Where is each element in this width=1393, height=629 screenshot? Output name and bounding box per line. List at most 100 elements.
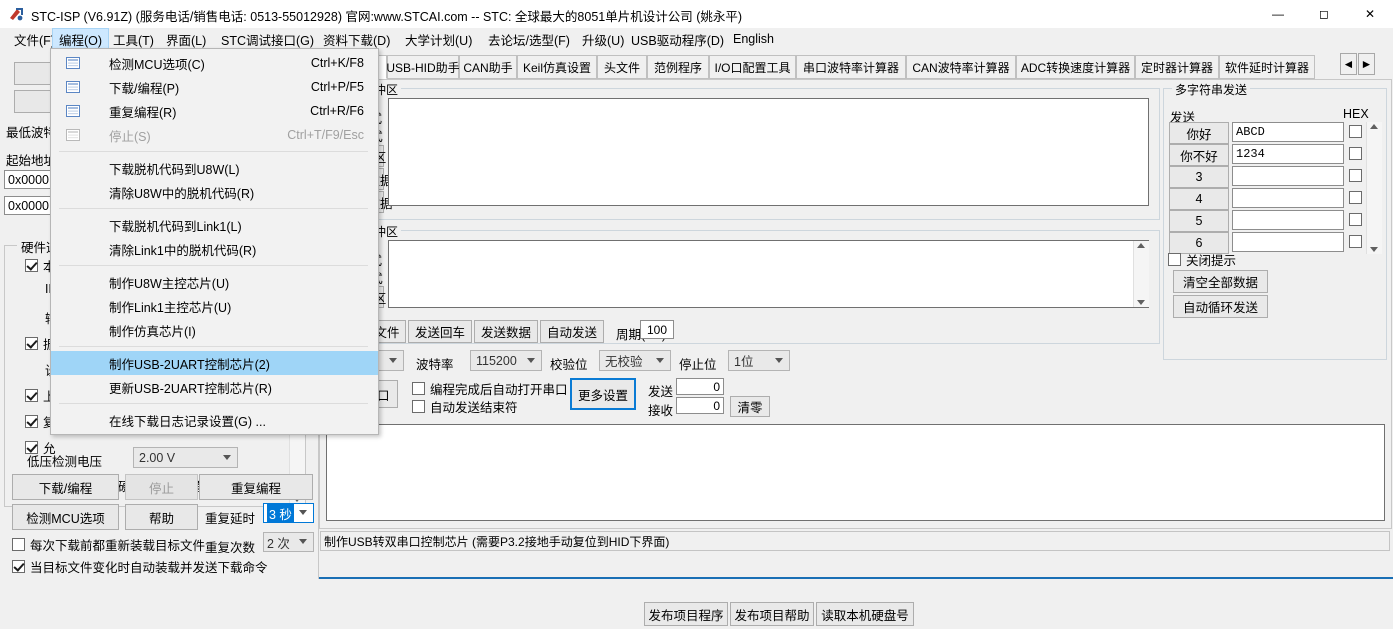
dropdown-item-7[interactable]: 清除Link1中的脱机代码(R)	[51, 237, 378, 261]
multistring-hex-checkbox-0[interactable]	[1349, 125, 1362, 138]
auto-open-port-checkbox[interactable]: 编程完成后自动打开串口	[412, 379, 568, 398]
close-button[interactable]: ✕	[1347, 0, 1393, 28]
multistring-hex-checkbox-3[interactable]	[1349, 191, 1362, 204]
menu-item-4[interactable]: STC调试接口(G)	[215, 28, 320, 50]
title-bar: STC-ISP (V6.91Z) (服务电话/销售电话: 0513-550129…	[0, 0, 1393, 29]
tab-scroll-next-button[interactable]: ►	[1358, 53, 1375, 75]
repeat-program-button[interactable]: 重复编程	[199, 474, 313, 500]
tab-strip: /串口助手USB-HID助手CAN助手Keil仿真设置头文件范例程序I/O口配置…	[319, 55, 1393, 80]
auto-send-terminator-label: 自动发送结束符	[430, 401, 518, 415]
dropdown-item-11[interactable]: 制作USB-2UART控制芯片(2)	[51, 351, 378, 375]
auto-loop-send-button[interactable]: 自动循环发送	[1173, 295, 1268, 318]
tab-11[interactable]: 软件延时计算器	[1219, 55, 1315, 79]
menu-item-10[interactable]: English	[727, 28, 780, 50]
dropdown-item-2[interactable]: 重复编程(R) Ctrl+R/F6	[51, 99, 378, 123]
help-button[interactable]: 帮助	[125, 504, 198, 530]
menu-item-1[interactable]: 编程(O)	[52, 28, 110, 50]
dropdown-item-0[interactable]: 检测MCU选项(C) Ctrl+K/F8	[51, 51, 378, 75]
checkbox-box	[25, 389, 38, 402]
tab-scroll-prev-button[interactable]: ◄	[1340, 53, 1357, 75]
auto-send-button[interactable]: 自动发送	[540, 320, 604, 343]
detect-mcu-button[interactable]: 检测MCU选项	[12, 504, 119, 530]
lvd-voltage-combo[interactable]: 2.00 V	[133, 447, 238, 468]
multistring-text-input-3[interactable]	[1232, 188, 1344, 208]
publish-project-help-button[interactable]: 发布项目帮助	[730, 602, 814, 626]
dropdown-item-5[interactable]: 清除U8W中的脱机代码(R)	[51, 180, 378, 204]
tab-1[interactable]: USB-HID助手	[386, 55, 460, 79]
checkbox-box	[25, 415, 38, 428]
menu-item-2[interactable]: 工具(T)	[107, 28, 160, 50]
dropdown-item-4[interactable]: 下载脱机代码到U8W(L)	[51, 156, 378, 180]
multistring-text-input-5[interactable]	[1232, 232, 1344, 252]
menu-item-9[interactable]: USB驱动程序(D)	[625, 28, 730, 50]
receive-textarea[interactable]	[388, 98, 1149, 206]
multistring-send-button-4[interactable]: 5	[1169, 210, 1229, 232]
parity-combo[interactable]: 无校验	[599, 350, 671, 371]
log-output-area[interactable]	[326, 424, 1385, 521]
send-textarea[interactable]	[388, 240, 1149, 308]
clear-all-data-button[interactable]: 清空全部数据	[1173, 270, 1268, 293]
menu-item-6[interactable]: 大学计划(U)	[399, 28, 478, 50]
multistring-send-button-0[interactable]: 你好	[1169, 122, 1229, 144]
send-cr-button[interactable]: 发送回车	[408, 320, 472, 343]
menu-item-8[interactable]: 升级(U)	[576, 28, 630, 50]
repeat-delay-combo[interactable]: 3 秒	[263, 503, 314, 523]
multistring-hex-checkbox-4[interactable]	[1349, 213, 1362, 226]
multistring-hex-checkbox-1[interactable]	[1349, 147, 1362, 160]
more-settings-button[interactable]: 更多设置	[570, 378, 636, 410]
dropdown-item-10[interactable]: 制作仿真芯片(I)	[51, 318, 378, 342]
send-data-button[interactable]: 发送数据	[474, 320, 538, 343]
tab-7[interactable]: 串口波特率计算器	[796, 55, 906, 79]
dropdown-item-1[interactable]: 下载/编程(P) Ctrl+P/F5	[51, 75, 378, 99]
multistring-text-input-0[interactable]: ABCD	[1232, 122, 1344, 142]
multistring-send-button-2[interactable]: 3	[1169, 166, 1229, 188]
read-disk-id-button[interactable]: 读取本机硬盘号	[816, 602, 914, 626]
close-tip-checkbox[interactable]: 关闭提示	[1168, 250, 1236, 269]
dropdown-item-13[interactable]: 在线下载日志记录设置(G) ...	[51, 408, 378, 432]
stopbit-combo[interactable]: 1位	[728, 350, 790, 371]
send-textarea-scrollbar[interactable]	[1133, 241, 1149, 307]
menu-item-7[interactable]: 去论坛/选型(F)	[482, 28, 576, 50]
multistring-send-button-1[interactable]: 你不好	[1169, 144, 1229, 166]
minimize-button[interactable]: —	[1255, 0, 1301, 28]
dropdown-item-6[interactable]: 下载脱机代码到Link1(L)	[51, 213, 378, 237]
chevron-down-icon	[656, 357, 664, 363]
serial-assistant-panel: 接收缓冲区 文本模式 HEX模式 清空接收区 保存接收数据 停止接收数据 发送缓…	[318, 79, 1392, 529]
dropdown-item-3[interactable]: 停止(S) Ctrl+T/F9/Esc	[51, 123, 378, 147]
multistring-hex-checkbox-5[interactable]	[1349, 235, 1362, 248]
stop-button[interactable]: 停止	[125, 474, 198, 500]
tab-2[interactable]: CAN助手	[459, 55, 517, 79]
dropdown-item-12[interactable]: 更新USB-2UART控制芯片(R)	[51, 375, 378, 399]
tab-6[interactable]: I/O口配置工具	[709, 55, 796, 79]
multistring-scrollbar[interactable]	[1366, 122, 1382, 254]
baud-combo[interactable]: 115200	[470, 350, 542, 371]
chevron-down-icon	[527, 357, 535, 363]
multistring-send-button-3[interactable]: 4	[1169, 188, 1229, 210]
maximize-button[interactable]: ◻	[1301, 0, 1347, 28]
tab-8[interactable]: CAN波特率计算器	[906, 55, 1016, 79]
chevron-down-icon	[299, 539, 307, 544]
tab-10[interactable]: 定时器计算器	[1135, 55, 1219, 79]
download-program-button[interactable]: 下载/编程	[12, 474, 119, 500]
right-tool-panel: /串口助手USB-HID助手CAN助手Keil仿真设置头文件范例程序I/O口配置…	[318, 50, 1393, 629]
menu-item-5[interactable]: 资料下载(D)	[317, 28, 396, 50]
autoload-changed-checkbox[interactable]: 当目标文件变化时自动装载并发送下载命令	[12, 557, 268, 576]
multistring-text-input-1[interactable]: 1234	[1232, 144, 1344, 164]
auto-send-terminator-checkbox[interactable]: 自动发送结束符	[412, 397, 518, 416]
reset-counters-button[interactable]: 清零	[730, 396, 770, 417]
publish-project-program-button[interactable]: 发布项目程序	[644, 602, 728, 626]
period-input[interactable]: 100	[640, 320, 674, 339]
parity-value: 无校验	[605, 355, 643, 369]
multistring-text-input-2[interactable]	[1232, 166, 1344, 186]
dropdown-item-9[interactable]: 制作Link1主控芯片(U)	[51, 294, 378, 318]
tab-4[interactable]: 头文件	[597, 55, 647, 79]
reload-target-checkbox[interactable]: 每次下载前都重新装载目标文件	[12, 535, 205, 554]
dropdown-item-8[interactable]: 制作U8W主控芯片(U)	[51, 270, 378, 294]
tab-3[interactable]: Keil仿真设置	[517, 55, 597, 79]
tab-5[interactable]: 范例程序	[647, 55, 709, 79]
menu-item-3[interactable]: 界面(L)	[160, 28, 212, 50]
repeat-count-combo[interactable]: 2 次	[263, 532, 314, 552]
multistring-hex-checkbox-2[interactable]	[1349, 169, 1362, 182]
tab-9[interactable]: ADC转换速度计算器	[1016, 55, 1135, 79]
multistring-text-input-4[interactable]	[1232, 210, 1344, 230]
